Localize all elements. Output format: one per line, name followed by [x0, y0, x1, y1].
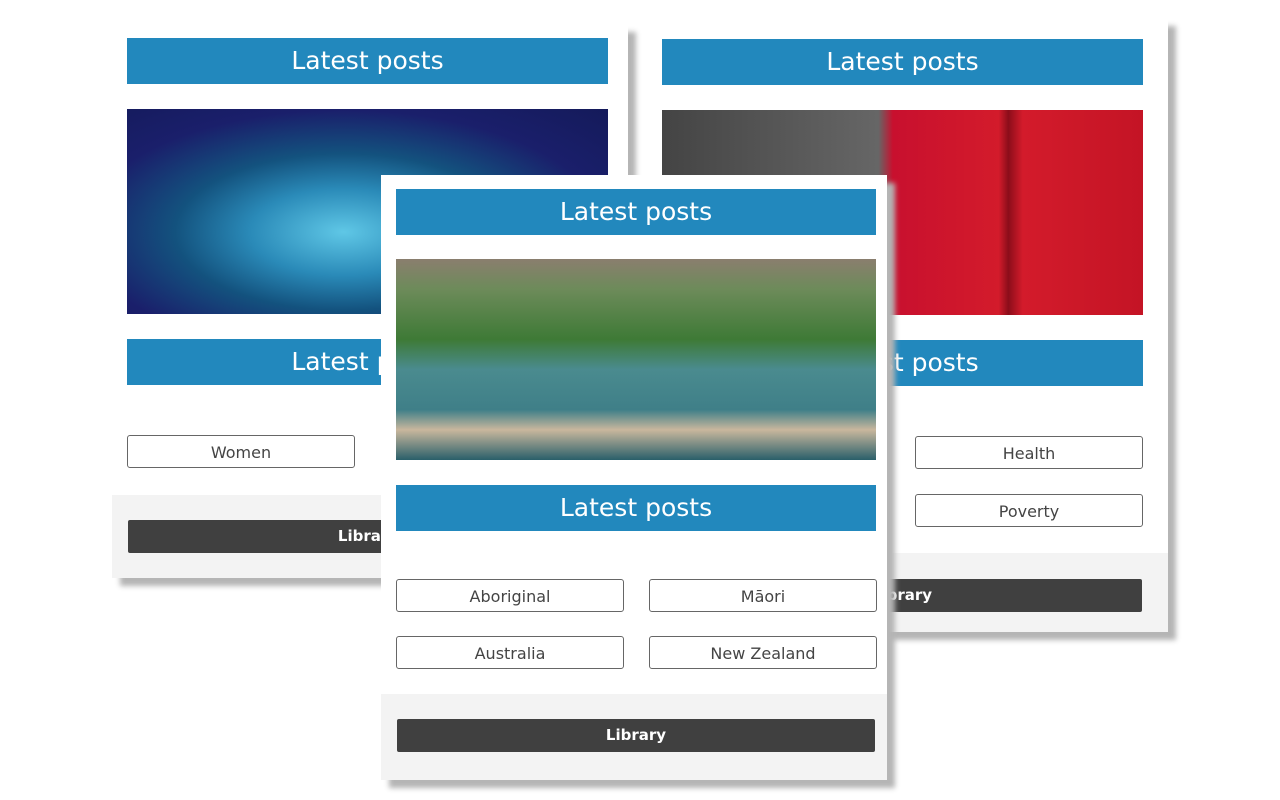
tag-button-aboriginal[interactable]: Aboriginal — [396, 579, 624, 612]
tag-button-women[interactable]: Women — [127, 435, 355, 468]
latest-posts-header: Latest posts — [127, 38, 608, 84]
card-footer: Library — [381, 694, 887, 780]
latest-posts-header: Latest posts — [396, 189, 876, 235]
tag-button-health[interactable]: Health — [915, 436, 1143, 469]
tag-button-australia[interactable]: Australia — [396, 636, 624, 669]
library-button[interactable]: Library — [397, 719, 875, 752]
post-image-sydney-opera-house[interactable] — [396, 259, 876, 460]
widget-card-3: Latest posts Latest posts Aboriginal Māo… — [381, 175, 887, 780]
tag-button-new-zealand[interactable]: New Zealand — [649, 636, 877, 669]
latest-posts-header: Latest posts — [662, 39, 1143, 85]
tag-button-maori[interactable]: Māori — [649, 579, 877, 612]
tag-button-poverty[interactable]: Poverty — [915, 494, 1143, 527]
latest-posts-header-2: Latest posts — [396, 485, 876, 531]
